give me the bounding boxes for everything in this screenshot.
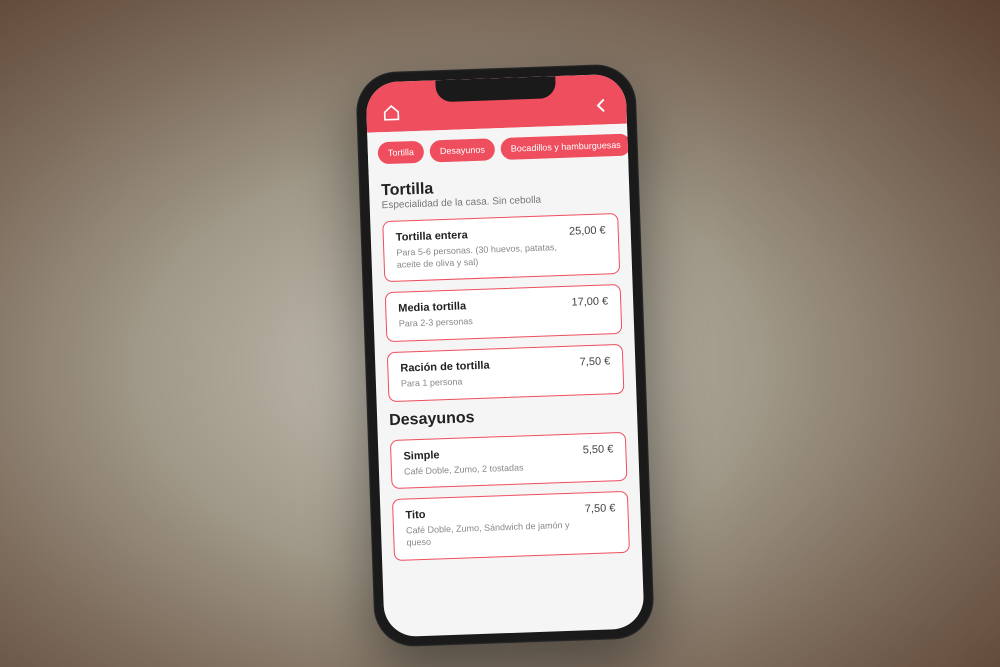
item-description: Para 5-6 personas. (30 huevos, patatas, … bbox=[396, 242, 565, 271]
item-description: Café Doble, Zumo, 2 tostadas bbox=[404, 460, 572, 478]
menu-item[interactable]: Media tortilla 17,00 € Para 2-3 personas bbox=[385, 284, 623, 342]
menu-item[interactable]: Tito 7,50 € Café Doble, Zumo, Sándwich d… bbox=[392, 491, 630, 561]
item-description: Para 1 persona bbox=[401, 373, 569, 391]
tab-desayunos[interactable]: Desayunos bbox=[429, 138, 495, 162]
item-price: 17,00 € bbox=[571, 296, 608, 309]
item-description: Café Doble, Zumo, Sándwich de jamón y qu… bbox=[406, 520, 575, 549]
menu-item[interactable]: Ración de tortilla 7,50 € Para 1 persona bbox=[387, 344, 625, 402]
item-price: 7,50 € bbox=[585, 503, 616, 516]
tab-tortilla[interactable]: Tortilla bbox=[377, 141, 424, 165]
item-name: Simple bbox=[403, 449, 439, 462]
item-price: 5,50 € bbox=[583, 443, 614, 456]
menu-item[interactable]: Simple 5,50 € Café Doble, Zumo, 2 tostad… bbox=[390, 432, 628, 490]
item-name: Media tortilla bbox=[398, 301, 466, 315]
item-price: 7,50 € bbox=[579, 355, 610, 368]
back-icon[interactable] bbox=[590, 94, 613, 117]
item-description: Para 2-3 personas bbox=[399, 313, 567, 331]
item-name: Ración de tortilla bbox=[400, 360, 490, 375]
home-icon[interactable] bbox=[380, 101, 403, 124]
menu-item[interactable]: Tortilla entera 25,00 € Para 5-6 persona… bbox=[382, 213, 620, 283]
menu-content[interactable]: Tortilla Especialidad de la casa. Sin ce… bbox=[369, 166, 645, 638]
tab-bocadillos[interactable]: Bocadillos y hamburguesas bbox=[500, 133, 631, 160]
app-screen: Tortilla Desayunos Bocadillos y hamburgu… bbox=[365, 74, 644, 638]
phone-device: Tortilla Desayunos Bocadillos y hamburgu… bbox=[355, 63, 655, 647]
item-name: Tortilla entera bbox=[396, 229, 468, 244]
item-price: 25,00 € bbox=[569, 224, 606, 237]
item-name: Tito bbox=[405, 509, 425, 522]
section-title: Desayunos bbox=[389, 404, 625, 430]
phone-notch bbox=[435, 76, 556, 102]
